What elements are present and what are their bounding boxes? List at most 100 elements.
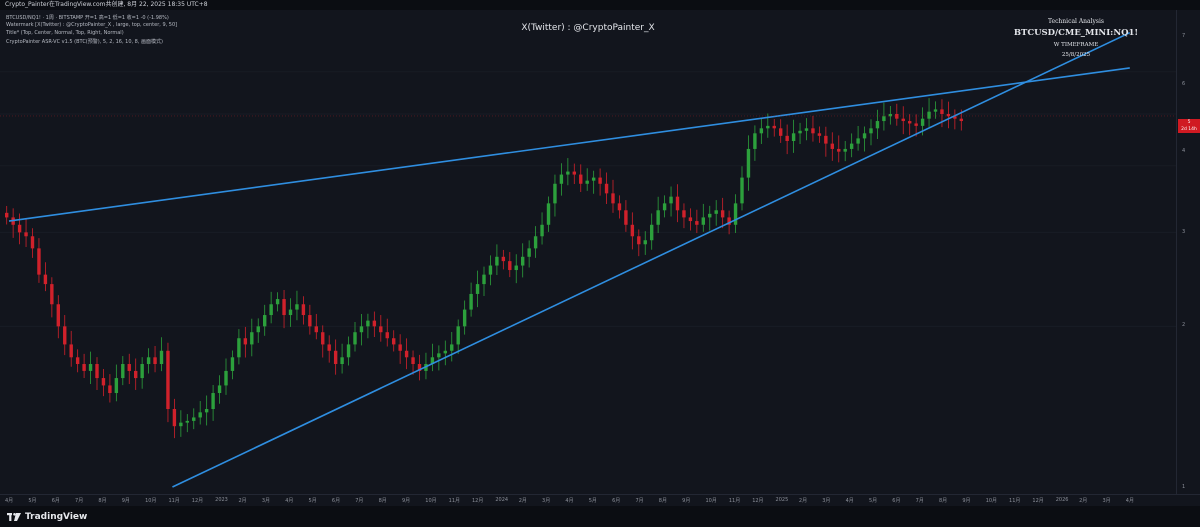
candle (230, 350, 235, 380)
time-tick: 8月 (939, 498, 948, 504)
candle (192, 408, 196, 430)
candle (746, 135, 751, 191)
candle-body (475, 284, 480, 294)
candle (108, 374, 112, 403)
candle-body (521, 256, 525, 266)
time-tick: 2月 (1079, 498, 1088, 504)
candlestick-chart[interactable] (0, 10, 1176, 494)
candle (24, 218, 28, 247)
candle (785, 124, 789, 155)
candle (533, 226, 538, 258)
candle (946, 101, 951, 129)
candle (662, 195, 667, 218)
candle (56, 295, 60, 339)
candle-body (798, 130, 802, 134)
candle-body (359, 326, 364, 333)
candle (546, 196, 551, 232)
candle-body (579, 174, 583, 184)
candle-body (443, 350, 447, 354)
candle-body (785, 135, 789, 141)
candle-body (708, 213, 712, 218)
candle-body (101, 378, 106, 386)
candle-body (127, 364, 131, 371)
candle-body (695, 221, 699, 225)
candle-body (656, 210, 660, 225)
candle (443, 340, 447, 366)
candle-body (385, 332, 389, 339)
candle-body (617, 203, 622, 211)
candle (166, 342, 170, 423)
candle-body (372, 320, 377, 327)
candle-body (437, 353, 441, 358)
time-tick: 2023 (215, 497, 228, 503)
price-axis[interactable]: 7 6 4 3 2 1 5 2d 14h (1176, 10, 1200, 494)
candle-body (585, 180, 589, 184)
candle-body (153, 357, 157, 365)
trendline-lower[interactable] (172, 31, 1131, 488)
time-tick: 4月 (845, 498, 854, 504)
candle (514, 254, 518, 284)
candle-body (30, 236, 35, 249)
ta-symbol: BTCUSD/CME_MINI:NQ1! (1013, 28, 1139, 38)
candle (185, 414, 189, 433)
candle (611, 179, 615, 213)
candle (566, 158, 570, 186)
candle (359, 313, 364, 346)
candle (759, 118, 764, 144)
chart-pane[interactable]: BTCUSD/NQ1! · 1周 · BITSTAMP 开=1 高=1 低=1 … (0, 10, 1176, 494)
candle (811, 115, 815, 142)
candle-body (817, 133, 822, 136)
candle-body (824, 135, 828, 144)
candle-body (237, 338, 241, 358)
candle-body (746, 148, 751, 178)
candle (417, 354, 422, 381)
candle (211, 385, 215, 421)
candle (501, 249, 506, 270)
current-price-value: 5 (1187, 120, 1191, 125)
candle (624, 200, 628, 232)
tradingview-logo[interactable]: TradingView (7, 512, 87, 522)
candle (469, 282, 473, 317)
candle (392, 330, 396, 352)
candle (695, 209, 699, 234)
candle-body (630, 224, 635, 237)
trendline-upper[interactable] (8, 67, 1130, 222)
legend-symbol-line[interactable]: BTCUSD/NQ1! · 1周 · BITSTAMP 开=1 高=1 低=1 … (6, 14, 169, 21)
candle (340, 343, 344, 374)
candle-body (495, 256, 499, 266)
candle-body (37, 248, 41, 275)
candle (817, 126, 822, 143)
time-tick: 2026 (1055, 497, 1069, 503)
candle-body (404, 350, 409, 358)
candle-body (527, 248, 531, 257)
candle-body (114, 378, 119, 394)
candle-body (753, 133, 757, 149)
candle-body (263, 315, 267, 327)
candle (733, 194, 738, 234)
candle-body (43, 274, 48, 285)
candle-body (456, 326, 460, 345)
time-tick: 10月 (705, 498, 717, 504)
candle-body (501, 256, 506, 262)
candle-body (250, 332, 254, 345)
candle (521, 243, 525, 278)
candle (217, 375, 222, 404)
time-tick: 2025 (775, 497, 789, 503)
candle (585, 168, 589, 191)
candle (95, 357, 99, 390)
price-tick: 4 (1182, 148, 1186, 154)
candle (146, 348, 151, 374)
candle (295, 290, 299, 321)
candle-body (611, 193, 615, 204)
candle-body (920, 118, 925, 126)
candle-body (637, 236, 641, 245)
candle (69, 330, 73, 367)
time-tick: 5月 (588, 498, 597, 504)
time-tick: 6月 (892, 498, 901, 504)
candle-body (959, 118, 963, 122)
candle-body (275, 299, 280, 305)
candle-body (875, 121, 880, 129)
legend-indicator-asr[interactable]: CryptoPainter ASR-VC v1.5 (BTC(预警), 5, 2… (6, 38, 163, 45)
candle (5, 205, 9, 225)
price-tick: 6 (1182, 81, 1186, 87)
